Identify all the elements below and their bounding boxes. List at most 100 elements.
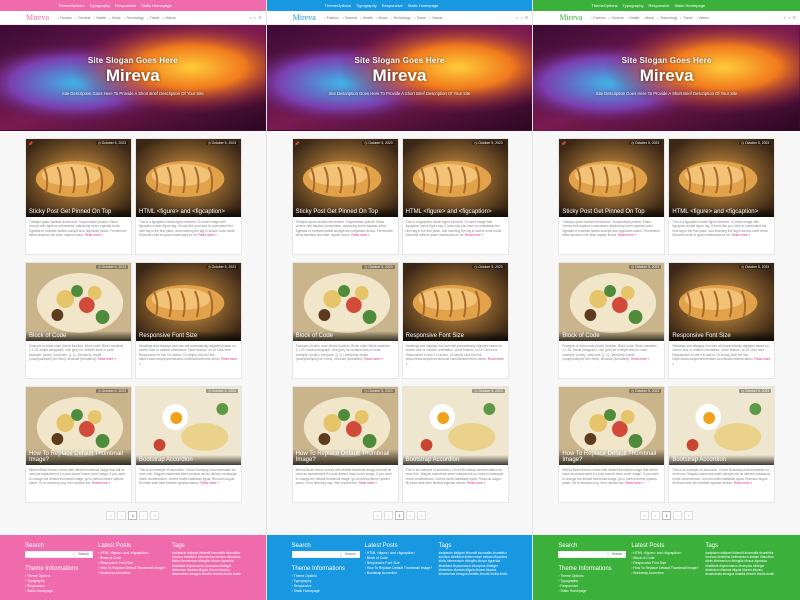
nav-item[interactable]: ⌂ Technology [124, 16, 144, 20]
post-card[interactable]: ◷ October 5, 2023 Bootstrap Accordion This… [401, 386, 509, 503]
nav-item[interactable]: ⌂ Technology [657, 16, 677, 20]
nav-item[interactable]: ⌂ Fashion [57, 16, 72, 20]
post-thumbnail[interactable]: ◷ October 5, 2023 Responsive Font Size [669, 263, 775, 341]
post-thumbnail[interactable]: 📌 ◷ October 5, 2023 Sticky Post Get Pinned… [292, 139, 398, 217]
post-thumbnail[interactable]: ◷ October 5, 2023 How To Replace Default … [26, 387, 131, 465]
post-title[interactable]: Responsive Font Size [136, 331, 241, 341]
footer-post-link[interactable]: Bootstrap Accordion [365, 571, 433, 576]
post-thumbnail[interactable]: ◷ October 5, 2023 Block of Code [559, 263, 665, 341]
read-more-link[interactable]: Read more » [98, 357, 116, 361]
site-logo[interactable]: Mireva [559, 13, 582, 22]
post-card[interactable]: ◷ October 5, 2023 How To Replace Default … [558, 386, 666, 503]
topbar-link[interactable]: Responsive [648, 0, 669, 11]
post-thumbnail[interactable]: ◷ October 5, 2023 Block of Code [26, 263, 131, 341]
post-card[interactable]: ◷ October 5, 2023 Bootstrap Accordion This… [668, 386, 776, 503]
post-card[interactable]: ◷ October 5, 2023 Block of Code Example of… [291, 262, 399, 379]
footer-theme-link[interactable]: Static Homepage [558, 589, 628, 594]
post-thumbnail[interactable]: ◷ October 5, 2023 Block of Code [292, 263, 398, 341]
tag-cloud[interactable]: #adipiscin #aliquet #blandit #convallis … [705, 551, 775, 576]
nav-item[interactable]: ⌂ Music [376, 16, 388, 20]
topbar-link[interactable]: Typography [623, 0, 644, 11]
post-card[interactable]: ◷ October 5, 2023 HTML <figure> and <figc… [401, 138, 509, 255]
post-title[interactable]: HTML <figure> and <figcaption> [136, 207, 241, 217]
search-icon[interactable]: ⌕ [520, 15, 522, 20]
read-more-link[interactable]: Read more » [198, 233, 216, 237]
nav-item[interactable]: ⌂ General [608, 16, 623, 20]
footer-post-link[interactable]: Bootstrap Accordion [631, 571, 699, 576]
post-title[interactable]: Bootstrap Accordion [136, 455, 241, 465]
footer-theme-link[interactable]: Static Homepage [292, 589, 362, 594]
page-1-button[interactable]: 1 [128, 511, 138, 520]
post-card[interactable]: 📌 ◷ October 5, 2023 Sticky Post Get Pinned… [558, 138, 666, 255]
search-icon[interactable]: ⌕ [788, 15, 790, 20]
topbar-link[interactable]: ThemeOptions [58, 0, 84, 11]
nav-item[interactable]: ⌂ Health [627, 16, 640, 20]
read-more-link[interactable]: Read more » [359, 481, 377, 485]
post-card[interactable]: ◷ October 5, 2023 Responsive Font Size Hea… [401, 262, 509, 379]
theme-toggle-icon[interactable]: ◐ [784, 15, 786, 20]
read-more-link[interactable]: Read more » [351, 233, 369, 237]
topbar-link[interactable]: Responsive [382, 0, 403, 11]
theme-toggle-icon[interactable]: ◐ [516, 15, 518, 20]
post-title[interactable]: Responsive Font Size [402, 331, 508, 341]
read-more-link[interactable]: Read more » [92, 481, 110, 485]
post-card[interactable]: ◷ October 5, 2023 Block of Code Example of… [558, 262, 666, 379]
page-1-button[interactable]: 1 [394, 511, 404, 520]
tag-cloud[interactable]: #adipiscin #aliquet #blandit #convallis … [172, 551, 242, 576]
first-page-button[interactable]: « [372, 511, 382, 520]
topbar-link[interactable]: Typography [356, 0, 377, 11]
read-more-link[interactable]: Read more » [625, 481, 643, 485]
footer-theme-link[interactable]: Static Homepage [25, 589, 95, 594]
post-title[interactable]: Block of Code [26, 331, 131, 341]
search-input[interactable] [558, 551, 608, 558]
search-button[interactable]: Search [607, 551, 627, 558]
post-title[interactable]: HTML <figure> and <figcaption> [402, 207, 508, 217]
next-page-button[interactable]: › [405, 511, 415, 520]
post-card[interactable]: 📌 ◷ October 5, 2023 Sticky Post Get Pinned… [291, 138, 399, 255]
search-icon[interactable]: ⌕ [254, 15, 256, 20]
nav-item[interactable]: ⌂ General [342, 16, 357, 20]
post-thumbnail[interactable]: ◷ October 5, 2023 HTML <figure> and <figc… [402, 139, 508, 217]
nav-item[interactable]: ⌂ Videos [696, 16, 709, 20]
topbar-link[interactable]: ThemeOptions [591, 0, 617, 11]
nav-item[interactable]: ⌂ Fashion [590, 16, 605, 20]
next-page-button[interactable]: › [139, 511, 149, 520]
search-input[interactable] [25, 551, 75, 558]
search-input[interactable] [291, 551, 341, 558]
site-logo[interactable]: Mireva [293, 13, 316, 22]
post-title[interactable]: Sticky Post Get Pinned On Top [292, 207, 398, 217]
post-card[interactable]: 📌 ◷ October 5, 2023 Sticky Post Get Pinned… [25, 138, 132, 255]
topbar-link[interactable]: ThemeOptions [325, 0, 351, 11]
read-more-link[interactable]: Read more » [734, 481, 752, 485]
post-thumbnail[interactable]: ◷ October 5, 2023 How To Replace Default … [559, 387, 665, 465]
prev-page-button[interactable]: ‹ [651, 511, 661, 520]
site-logo[interactable]: Mireva [26, 13, 49, 22]
read-more-link[interactable]: Read more » [364, 357, 382, 361]
post-card[interactable]: ◷ October 5, 2023 Bootstrap Accordion This… [135, 386, 242, 503]
read-more-link[interactable]: Read more » [732, 233, 750, 237]
read-more-link[interactable]: Read more » [200, 481, 218, 485]
last-page-button[interactable]: » [150, 511, 160, 520]
post-card[interactable]: ◷ October 5, 2023 How To Replace Default … [291, 386, 399, 503]
post-title[interactable]: How To Replace Default Thumbnail Image? [559, 449, 665, 465]
post-thumbnail[interactable]: ◷ October 5, 2023 Bootstrap Accordion [402, 387, 508, 465]
prev-page-button[interactable]: ‹ [117, 511, 127, 520]
post-title[interactable]: Responsive Font Size [669, 331, 775, 341]
post-title[interactable]: Sticky Post Get Pinned On Top [559, 207, 665, 217]
read-more-link[interactable]: Read more » [467, 481, 485, 485]
tag-cloud[interactable]: #adipiscin #aliquet #blandit #convallis … [439, 551, 509, 576]
nav-item[interactable]: ⌂ Health [93, 16, 106, 20]
read-more-link[interactable]: Read more » [618, 233, 636, 237]
search-button[interactable]: Search [340, 551, 360, 558]
nav-item[interactable]: ⌂ General [75, 16, 90, 20]
post-thumbnail[interactable]: ◷ October 5, 2023 Bootstrap Accordion [669, 387, 775, 465]
menu-icon[interactable]: ☰ [792, 15, 796, 20]
post-thumbnail[interactable]: ◷ October 5, 2023 Bootstrap Accordion [136, 387, 241, 465]
topbar-link[interactable]: Static Homepage [141, 0, 172, 11]
search-button[interactable]: Search [74, 551, 93, 558]
topbar-link[interactable]: Static Homepage [408, 0, 439, 11]
nav-item[interactable]: ⌂ Music [642, 16, 654, 20]
post-title[interactable]: HTML <figure> and <figcaption> [669, 207, 775, 217]
page-1-button[interactable]: 1 [662, 511, 672, 520]
post-thumbnail[interactable]: 📌 ◷ October 5, 2023 Sticky Post Get Pinned… [559, 139, 665, 217]
